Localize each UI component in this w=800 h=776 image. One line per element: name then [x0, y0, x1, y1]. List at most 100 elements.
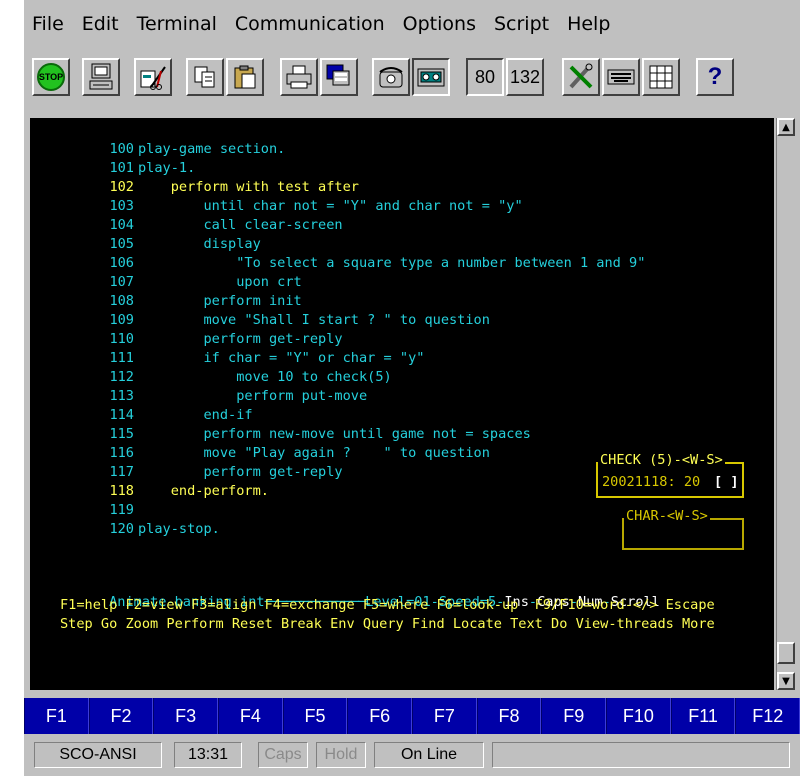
edit-tools-button[interactable] [134, 58, 172, 96]
telephone-icon [379, 67, 403, 88]
line-text: until char not = "Y" and char not = "y" [138, 198, 523, 214]
copy-icon [194, 66, 215, 88]
menu-bar: File Edit Terminal Communication Options… [24, 8, 800, 40]
fkey-f8[interactable]: F8 [476, 698, 542, 734]
function-key-help-line[interactable]: F1=help F2=view F3=align F4=exchange F5=… [60, 597, 715, 613]
tape-recorder-button[interactable] [412, 58, 450, 96]
grid-icon [649, 65, 673, 89]
menu-script[interactable]: Script [486, 13, 559, 35]
computer-icon [89, 63, 113, 90]
screens-button[interactable] [320, 58, 358, 96]
line-number: 117 [109, 464, 134, 480]
message-status [492, 742, 790, 768]
line-text: play-game section. [138, 141, 286, 157]
line-text: end-if [138, 407, 253, 423]
check-monitor-value: 20021118: 20 [602, 474, 701, 490]
emulation-status: SCO-ANSI [34, 742, 162, 768]
line-text: play-1. [138, 160, 196, 176]
line-text: "To select a square type a number betwee… [138, 255, 646, 271]
phone-button[interactable] [372, 58, 410, 96]
line-number: 107 [109, 274, 134, 290]
cassette-icon [417, 68, 445, 87]
tools-icon [569, 63, 593, 89]
line-text: move 10 to check(5) [138, 369, 392, 385]
fkey-f1[interactable]: F1 [24, 698, 89, 734]
keyboard-button[interactable] [602, 58, 640, 96]
fkey-f9[interactable]: F9 [541, 698, 607, 734]
line-text: move "Shall I start ? " to question [138, 312, 490, 328]
menu-help[interactable]: Help [559, 13, 620, 35]
keyboard-icon [607, 69, 635, 85]
line-number: 112 [109, 369, 134, 385]
menu-edit[interactable]: Edit [74, 13, 129, 35]
help-button[interactable]: ? [696, 58, 734, 96]
line-text: perform get-reply [138, 464, 343, 480]
menu-terminal[interactable]: Terminal [129, 13, 227, 35]
check-monitor-title: CHECK (5)-<W-S> [598, 452, 725, 468]
line-number: 101 [109, 160, 134, 176]
scroll-down-arrow-icon[interactable]: ▼ [777, 672, 795, 690]
settings-button[interactable] [562, 58, 600, 96]
online-status: On Line [374, 742, 484, 768]
fkey-f6[interactable]: F6 [347, 698, 413, 734]
line-text: perform with test after [138, 179, 359, 195]
fkey-f10[interactable]: F10 [606, 698, 671, 734]
line-number: 115 [109, 426, 134, 442]
scissors-pen-icon [140, 66, 166, 90]
grid-button[interactable] [642, 58, 680, 96]
print-button[interactable] [280, 58, 318, 96]
fkey-f3[interactable]: F3 [153, 698, 219, 734]
fkey-f12[interactable]: F12 [735, 698, 800, 734]
printer-icon [286, 65, 312, 89]
help-icon: ? [707, 63, 723, 90]
computer-button[interactable] [82, 58, 120, 96]
line-number: 105 [109, 236, 134, 252]
line-text: display [138, 236, 261, 252]
paste-button[interactable] [226, 58, 264, 96]
clock-status: 13:31 [174, 742, 242, 768]
line-text: upon crt [138, 274, 302, 290]
fkey-f11[interactable]: F11 [670, 698, 736, 734]
line-text: end-perform. [138, 483, 269, 499]
menu-communication[interactable]: Communication [227, 13, 395, 35]
scroll-thumb[interactable] [777, 642, 795, 664]
line-number: 109 [109, 312, 134, 328]
line-number: 118 [109, 483, 134, 499]
line-text: if char = "Y" or char = "y" [138, 350, 425, 366]
line-number: 113 [109, 388, 134, 404]
line-number: 116 [109, 445, 134, 461]
screens-icon [326, 64, 350, 86]
fkey-f5[interactable]: F5 [282, 698, 348, 734]
line-number: 111 [109, 350, 134, 366]
line-number: 106 [109, 255, 134, 271]
check-monitor-bracket: [ ] [714, 474, 739, 490]
fkey-f2[interactable]: F2 [88, 698, 154, 734]
columns-80-button[interactable]: 80 [466, 58, 504, 96]
stop-icon: STOP [37, 63, 65, 91]
terminal-screen[interactable]: 100 play-game section. 101 play-1. 102 perfo… [30, 118, 774, 690]
line-number: 103 [109, 198, 134, 214]
clipboard-icon [234, 65, 256, 89]
line-text: move "Play again ? " to question [138, 445, 490, 461]
function-key-bar: F1 F2 F3 F4 F5 F6 F7 F8 F9 F10 F11 F12 [24, 698, 800, 734]
menu-file[interactable]: File [24, 13, 74, 35]
stop-button[interactable]: STOP [32, 58, 70, 96]
command-menu-line[interactable]: Step Go Zoom Perform Reset Break Env Que… [60, 616, 715, 632]
menu-options[interactable]: Options [395, 13, 486, 35]
line-number: 114 [109, 407, 134, 423]
line-text: call clear-screen [138, 217, 343, 233]
fkey-f7[interactable]: F7 [412, 698, 477, 734]
hold-status: Hold [316, 742, 366, 768]
line-text: perform init [138, 293, 302, 309]
columns-132-label: 132 [509, 66, 541, 87]
line-number: 120 [109, 521, 134, 537]
vertical-scrollbar[interactable]: ▲ ▼ [776, 118, 795, 690]
fkey-f4[interactable]: F4 [218, 698, 283, 734]
line-number: 104 [109, 217, 134, 233]
copy-button[interactable] [186, 58, 224, 96]
status-bar: SCO-ANSI 13:31 Caps Hold On Line [24, 738, 800, 776]
caps-status: Caps [258, 742, 308, 768]
line-number: 119 [109, 502, 134, 518]
scroll-up-arrow-icon[interactable]: ▲ [777, 118, 795, 136]
columns-132-button[interactable]: 132 [506, 58, 544, 96]
